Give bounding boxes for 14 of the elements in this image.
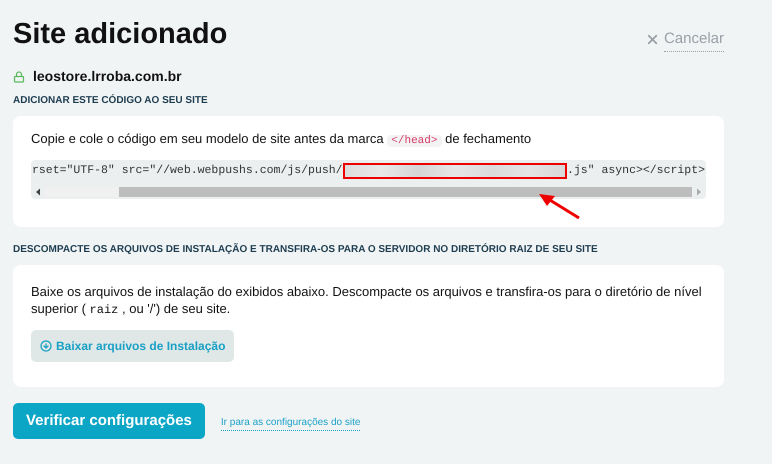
instruction-text: Baixe os arquivos de instalação do exibidos abaixo. Descompacte os arquivos e transfira-os para o diretório de nível superior ( raiz , ou '/') de seu site. — [31, 283, 703, 319]
page-title: Site adicionado — [13, 17, 228, 52]
settings-link[interactable]: Ir para as configurações do site — [220, 415, 360, 431]
section-heading: ADICIONAR ESTE CÓDIGO AO SEU SITE — [13, 93, 209, 108]
code-text: rset="UTF-8" src="//web.webpushs.com/js/push/ — [32, 163, 343, 180]
verify-button[interactable]: Verificar configurações — [13, 403, 205, 439]
code-text: .js" async></script> — [566, 163, 705, 180]
cancel-button[interactable]: Cancelar — [644, 28, 724, 52]
section-heading: DESCOMPACTE OS ARQUIVOS DE INSTALAÇÃO E TRANSFIRA-OS PARA O SERVIDOR NO DIRETÓRIO RAIZ DE SEU SITE — [13, 242, 599, 257]
instruction-text: Copie e cole o código em seu modelo de site antes da marca </head> de fechamento — [31, 130, 532, 149]
site-domain: leostore.lrroba.com.br — [33, 67, 182, 86]
download-icon — [40, 340, 52, 352]
download-button[interactable]: Baixar arquivos de Instalação — [31, 330, 234, 362]
arrow-icon — [537, 192, 583, 222]
